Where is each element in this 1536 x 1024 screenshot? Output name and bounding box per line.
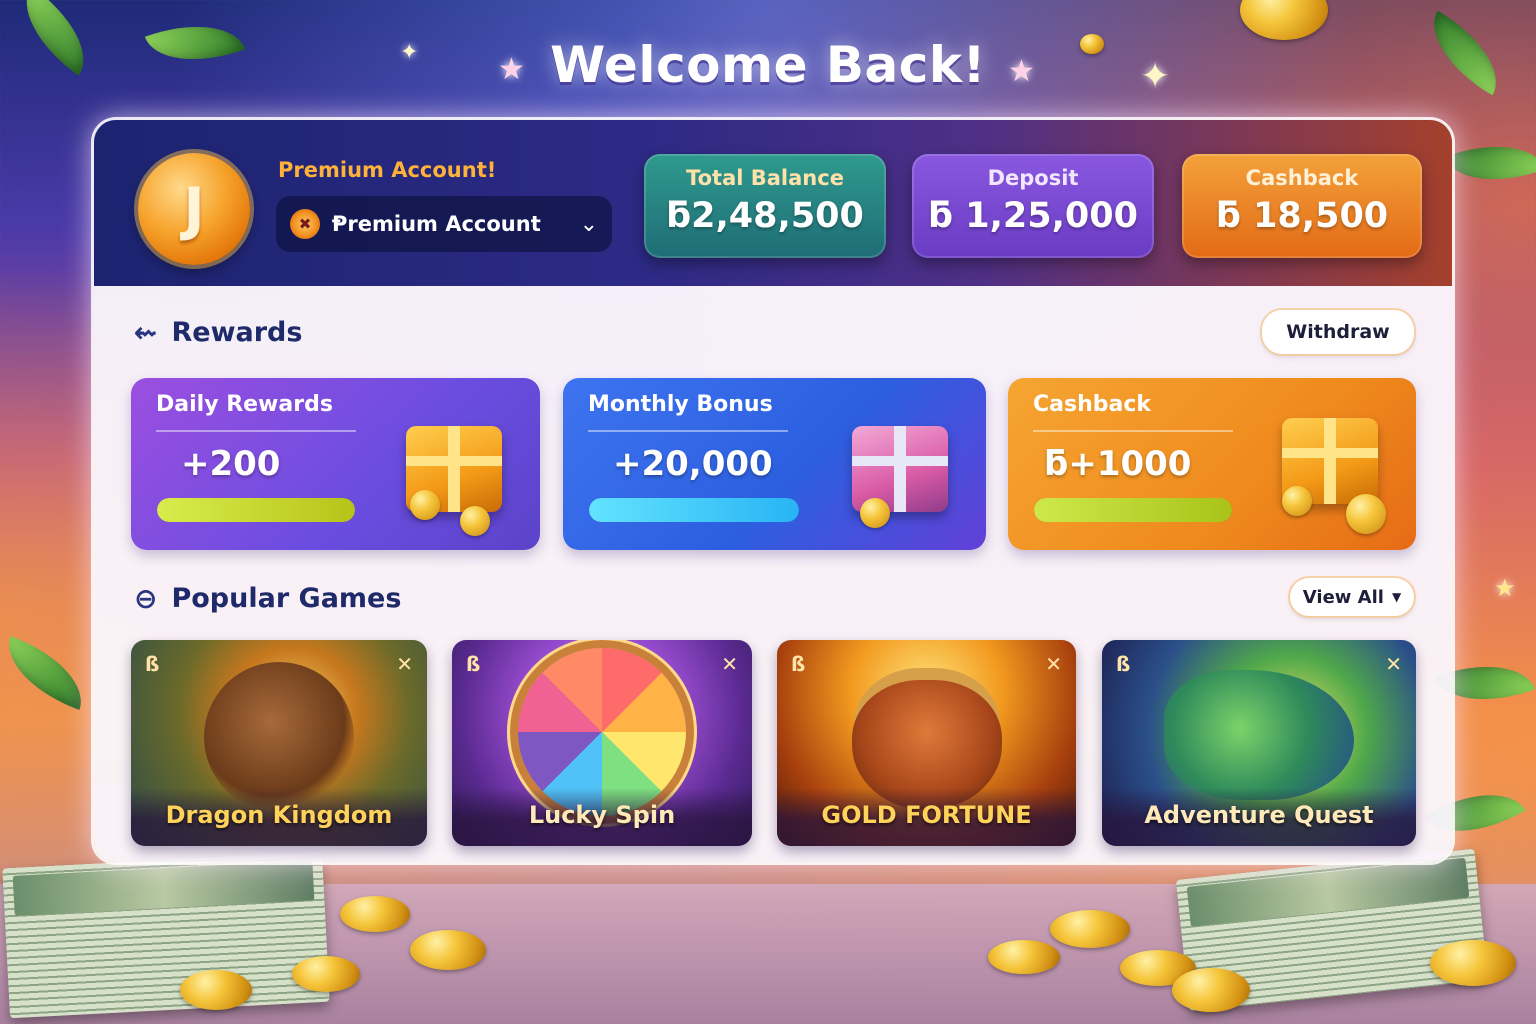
badge-icon: ß (466, 652, 481, 676)
dashboard-panel: J Premium Account! ✖ Ᵽremium Account ⌄ T… (94, 120, 1452, 862)
coin-decoration (340, 896, 410, 932)
deposit-label: Deposit (987, 166, 1079, 190)
coin-icon (460, 506, 490, 536)
leaf-decoration (1444, 125, 1536, 201)
arrow-left-icon: ⇜ (134, 316, 158, 349)
deposit-card[interactable]: Deposit ƃ 1,25,000 (912, 154, 1154, 258)
welcome-title: Welcome Back! (550, 36, 986, 94)
cashback-stat-value: ƃ 18,500 (1215, 196, 1389, 236)
cashback-stat-card[interactable]: Cashback ƃ 18,500 (1182, 154, 1422, 258)
coin-icon (1346, 494, 1386, 534)
coin-decoration (988, 940, 1060, 974)
reward-card-cashback[interactable]: Cashback ƃ+1000 (1008, 378, 1416, 550)
divider (588, 430, 788, 432)
close-icon[interactable]: ✕ (721, 652, 738, 676)
game-card-lucky-spin[interactable]: ß ✕ Lucky Spin (452, 640, 752, 846)
game-title: Dragon Kingdom (131, 788, 427, 846)
view-all-label: View All (1302, 586, 1384, 608)
divider (1033, 430, 1233, 432)
view-all-button[interactable]: View All ▼ (1290, 578, 1414, 616)
game-card-dragon-kingdom[interactable]: ß ✕ Dragon Kingdom (131, 640, 427, 846)
coin-decoration (292, 956, 360, 992)
close-icon[interactable]: ✕ (1045, 652, 1062, 676)
coin-decoration (1050, 910, 1130, 948)
cash-stack-decoration (2, 851, 330, 1019)
close-icon[interactable]: ✕ (396, 652, 413, 676)
game-title: Lucky Spin (452, 788, 752, 846)
close-icon[interactable]: ✕ (1385, 652, 1402, 676)
treasure-map-artwork (1164, 670, 1354, 800)
game-title: Adventure Quest (1102, 788, 1416, 846)
reward-progress-fill (1034, 498, 1232, 522)
account-tier-title: Premium Account! (278, 158, 497, 182)
badge-icon: ß (145, 652, 160, 676)
coin-decoration (180, 970, 252, 1010)
account-header: J Premium Account! ✖ Ᵽremium Account ⌄ T… (94, 120, 1452, 286)
coin-decoration (1172, 968, 1250, 1012)
badge-icon: ß (791, 652, 806, 676)
game-card-gold-fortune[interactable]: ß ✕ GOLD FORTUNE (777, 640, 1076, 846)
avatar[interactable]: J (138, 153, 250, 265)
reward-progress-bar (589, 498, 799, 522)
sparkle-icon: ★ (1494, 574, 1516, 602)
reward-progress-bar (1034, 498, 1232, 522)
reward-card-monthly[interactable]: Monthly Bonus +20,000 (563, 378, 986, 550)
account-selector[interactable]: ✖ Ᵽremium Account ⌄ (276, 196, 612, 252)
total-balance-label: Total Balance (686, 166, 844, 190)
reward-value: ƃ+1000 (1044, 444, 1192, 484)
popular-games-title: Popular Games (171, 583, 402, 614)
coin-icon (1282, 486, 1312, 516)
game-card-adventure-quest[interactable]: ß ✕ Adventure Quest (1102, 640, 1416, 846)
leaf-decoration (0, 635, 96, 711)
reward-title: Cashback (1033, 392, 1152, 417)
popular-games-heading: ⊖ Popular Games (134, 582, 401, 615)
reward-value: +20,000 (613, 444, 773, 484)
coin-icon (860, 498, 890, 528)
reward-progress-bar (157, 498, 355, 522)
coin-icon (410, 490, 440, 520)
coin-decoration (1430, 940, 1516, 986)
chevron-down-icon: ⌄ (579, 211, 598, 237)
caret-down-icon: ▼ (1391, 590, 1402, 604)
total-balance-value: ƃ2,48,500 (666, 196, 864, 236)
reward-value: +200 (181, 444, 281, 484)
rewards-title: Rewards (171, 317, 303, 348)
reward-progress-fill (589, 498, 799, 522)
cashback-stat-label: Cashback (1245, 166, 1359, 190)
game-title: GOLD FORTUNE (777, 788, 1076, 846)
avatar-letter: J (183, 175, 205, 243)
withdraw-button[interactable]: Withdraw (1262, 310, 1414, 354)
rewards-heading: ⇜ Rewards (134, 316, 302, 349)
reward-progress-fill (157, 498, 355, 522)
premium-badge-icon: ✖ (290, 209, 320, 239)
total-balance-card: Total Balance ƃ2,48,500 (644, 154, 886, 258)
coin-decoration (410, 930, 486, 970)
reward-title: Monthly Bonus (588, 392, 773, 417)
account-selector-label: Ᵽremium Account (332, 212, 541, 236)
controller-icon: ⊖ (134, 582, 158, 615)
reward-title: Daily Rewards (156, 392, 333, 417)
reward-card-daily[interactable]: Daily Rewards +200 (131, 378, 540, 550)
badge-icon: ß (1116, 652, 1131, 676)
divider (156, 430, 356, 432)
coin-decoration (1240, 0, 1328, 40)
deposit-value: ƃ 1,25,000 (928, 196, 1138, 236)
